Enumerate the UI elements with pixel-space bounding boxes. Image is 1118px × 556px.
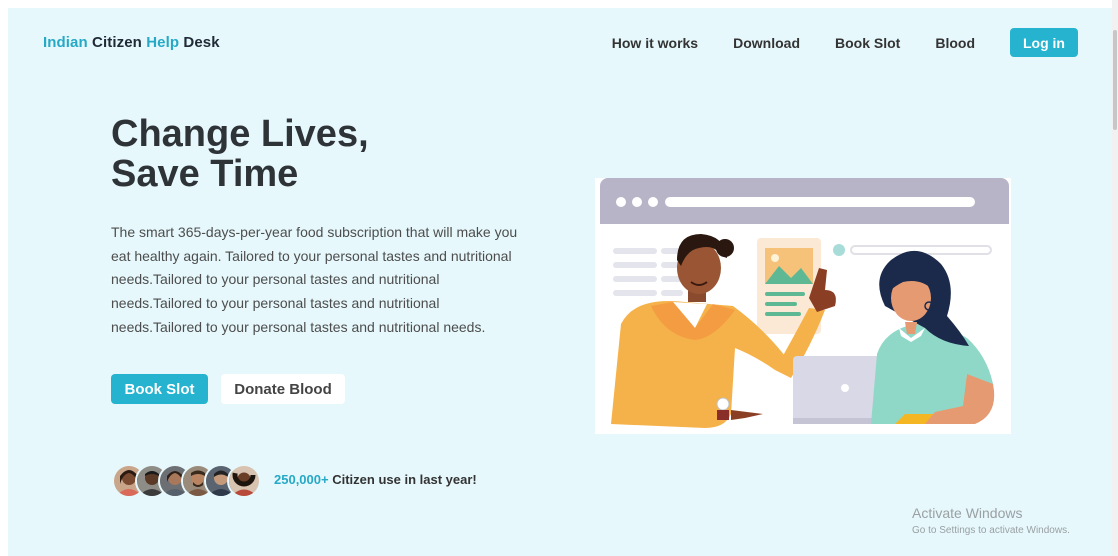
- citizen-count: 250,000+: [274, 472, 329, 487]
- nav-link-blood[interactable]: Blood: [935, 35, 975, 51]
- hero-title: Change Lives, Save Time: [111, 114, 369, 194]
- login-button[interactable]: Log in: [1010, 28, 1078, 57]
- brand-word-desk: Desk: [183, 34, 220, 51]
- book-slot-button[interactable]: Book Slot: [111, 374, 208, 404]
- donate-blood-button[interactable]: Donate Blood: [221, 374, 345, 404]
- brand-word-help: Help: [146, 34, 180, 51]
- page-background: Indian Citizen Help Desk How it works Do…: [8, 8, 1112, 556]
- hero-illustration: [595, 178, 1011, 434]
- watermark-subtitle: Go to Settings to activate Windows.: [912, 525, 1070, 536]
- vertical-scrollbar[interactable]: [1112, 0, 1118, 556]
- watermark-title: Activate Windows: [912, 505, 1023, 521]
- scrollbar-thumb[interactable]: [1113, 30, 1117, 130]
- nav-link-book-slot[interactable]: Book Slot: [835, 35, 900, 51]
- brand-word-indian: Indian: [43, 34, 88, 51]
- brand-word-citizen: Citizen: [92, 34, 142, 51]
- top-navigation: How it works Download Book Slot Blood Lo…: [612, 28, 1078, 57]
- social-proof-text: 250,000+ Citizen use in last year!: [274, 472, 477, 487]
- windows-activation-watermark: Activate Windows Go to Settings to activ…: [912, 505, 1070, 536]
- avatar: [227, 464, 261, 498]
- hero-title-line-1: Change Lives,: [111, 113, 369, 155]
- hero-description: The smart 365-days-per-year food subscri…: [111, 224, 518, 335]
- hero-title-line-2: Save Time: [111, 153, 299, 195]
- brand-logo[interactable]: Indian Citizen Help Desk: [43, 34, 220, 51]
- citizen-count-label: Citizen use in last year!: [332, 472, 477, 487]
- nav-link-download[interactable]: Download: [733, 35, 800, 51]
- nav-link-how-it-works[interactable]: How it works: [612, 35, 698, 51]
